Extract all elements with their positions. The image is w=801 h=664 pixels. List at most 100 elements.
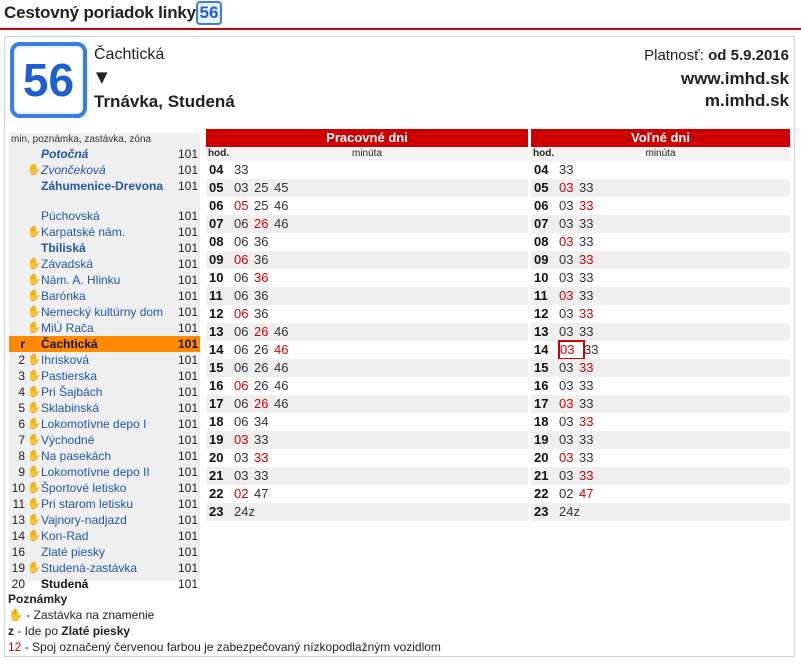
departure-minute[interactable]: 03 bbox=[234, 467, 254, 485]
stop-name[interactable]: MiÚ Rača bbox=[41, 320, 189, 336]
stop-item[interactable]: 20 Studená 101 bbox=[9, 576, 200, 592]
departure-minute-lowfloor[interactable]: 03 bbox=[559, 287, 579, 305]
departure-minute[interactable]: 33 bbox=[254, 467, 274, 485]
stop-item[interactable]: Záhumenice-Drevona 101 bbox=[9, 178, 200, 208]
departure-minute[interactable]: 03 bbox=[559, 305, 579, 323]
stop-item[interactable]: 6 ✋ Lokomotívne depo I 101 bbox=[9, 416, 200, 432]
departure-minute[interactable]: 33 bbox=[234, 161, 254, 179]
stop-name[interactable]: Pastierska bbox=[41, 368, 189, 384]
departure-minute-lowfloor[interactable]: 33 bbox=[579, 467, 599, 485]
departure-minute[interactable]: 36 bbox=[254, 287, 274, 305]
departure-minute-lowfloor[interactable]: 02 bbox=[234, 485, 254, 503]
departure-minute[interactable]: 33 bbox=[579, 179, 599, 197]
stop-name[interactable]: Zvončeková bbox=[41, 162, 189, 178]
departure-minute[interactable]: 36 bbox=[254, 233, 274, 251]
departure-minute-lowfloor[interactable]: 03 bbox=[234, 431, 254, 449]
stop-name[interactable]: Pri Šajbách bbox=[41, 384, 189, 400]
stop-name[interactable]: Východné bbox=[41, 432, 189, 448]
departure-minute[interactable]: 33 bbox=[579, 431, 599, 449]
departure-minute[interactable]: 33 bbox=[579, 395, 599, 413]
departure-minute[interactable]: 33 bbox=[579, 449, 599, 467]
stop-name[interactable]: Studená bbox=[41, 576, 189, 592]
departure-minute[interactable]: 06 bbox=[234, 395, 254, 413]
departure-minute-lowfloor[interactable]: 06 bbox=[234, 251, 254, 269]
stop-item[interactable]: 19 ✋ Studená-zastávka 101 bbox=[9, 560, 200, 576]
departure-minute[interactable]: 03 bbox=[234, 449, 254, 467]
departure-minute-lowfloor[interactable]: 26 bbox=[254, 215, 274, 233]
stop-name[interactable]: Potočná bbox=[41, 146, 189, 162]
departure-minute[interactable]: 33 bbox=[579, 269, 599, 287]
departure-minute[interactable]: 46 bbox=[274, 215, 294, 233]
stop-item[interactable]: ✋ MiÚ Rača 101 bbox=[9, 320, 200, 336]
stop-name[interactable]: Kon-Rad bbox=[41, 528, 189, 544]
departure-minute[interactable]: 34 bbox=[254, 413, 274, 431]
departure-minute[interactable]: 06 bbox=[234, 269, 254, 287]
stop-name[interactable]: Lokomotívne depo II bbox=[41, 464, 189, 480]
departure-minute[interactable]: 03 bbox=[234, 179, 254, 197]
departure-minute[interactable]: 06 bbox=[234, 413, 254, 431]
stop-item[interactable]: 2 ✋ Ihrisková 101 bbox=[9, 352, 200, 368]
departure-minute[interactable]: 03 bbox=[559, 467, 579, 485]
departure-minute-lowfloor[interactable]: 36 bbox=[254, 269, 274, 287]
departure-minute[interactable]: 03 bbox=[559, 215, 579, 233]
departure-minute-lowfloor[interactable]: 33 bbox=[254, 449, 274, 467]
departure-minute-lowfloor[interactable]: 26 bbox=[254, 323, 274, 341]
stop-name[interactable]: Záhumenice-Drevona bbox=[41, 178, 189, 192]
departure-minute[interactable]: 46 bbox=[274, 395, 294, 413]
departure-minute[interactable]: 02 bbox=[559, 485, 579, 503]
stop-item[interactable]: 10 ✋ Športové letisko 101 bbox=[9, 480, 200, 496]
departure-minute[interactable]: 03 bbox=[559, 413, 579, 431]
departure-minute[interactable]: 33 bbox=[579, 377, 599, 395]
stop-item[interactable]: 7 ✋ Východné 101 bbox=[9, 432, 200, 448]
departure-minute[interactable]: 45 bbox=[274, 179, 294, 197]
departure-minute[interactable]: 06 bbox=[234, 287, 254, 305]
stop-item[interactable]: 4 ✋ Pri Šajbách 101 bbox=[9, 384, 200, 400]
departure-minute[interactable]: 03 bbox=[559, 359, 579, 377]
stop-name[interactable]: Nemecký kultúrny dom bbox=[41, 304, 189, 320]
departure-minute-lowfloor[interactable]: 33 bbox=[579, 413, 599, 431]
departure-minute[interactable]: 33 bbox=[579, 287, 599, 305]
departure-minute[interactable]: 26 bbox=[254, 359, 274, 377]
stop-name[interactable]: Barónka bbox=[41, 288, 189, 304]
departure-minute[interactable]: 06 bbox=[234, 233, 254, 251]
departure-minute[interactable]: 46 bbox=[274, 359, 294, 377]
stop-name[interactable]: Studená-zastávka bbox=[41, 560, 189, 576]
departure-minute[interactable]: 33 bbox=[579, 323, 599, 341]
stop-item[interactable]: 16 Zlaté piesky 101 bbox=[9, 544, 200, 560]
stop-name[interactable]: Sklabinská bbox=[41, 400, 189, 416]
departure-minute[interactable]: 06 bbox=[234, 341, 254, 359]
departure-minute[interactable]: 33 bbox=[579, 215, 599, 233]
stop-item[interactable]: 3 ✋ Pastierska 101 bbox=[9, 368, 200, 384]
departure-minute[interactable]: 26 bbox=[254, 377, 274, 395]
stop-name[interactable]: Zlaté piesky bbox=[41, 544, 189, 560]
stop-item[interactable]: Púchovská 101 bbox=[9, 208, 200, 224]
departure-minute-lowfloor[interactable]: 33 bbox=[579, 251, 599, 269]
departure-minute[interactable]: 25 bbox=[254, 179, 274, 197]
departure-minute-lowfloor[interactable]: 03 bbox=[559, 233, 579, 251]
stop-item[interactable]: 9 ✋ Lokomotívne depo II 101 bbox=[9, 464, 200, 480]
departure-minute[interactable]: 46 bbox=[274, 377, 294, 395]
departure-minute[interactable]: 25 bbox=[254, 197, 274, 215]
stop-item[interactable]: Potočná 101 bbox=[9, 146, 200, 162]
departure-minute[interactable]: 26 bbox=[254, 341, 274, 359]
stop-name[interactable]: Čachtická bbox=[41, 336, 189, 352]
stop-item[interactable]: ✋ Závadská 101 bbox=[9, 256, 200, 272]
stop-item[interactable]: 8 ✋ Na pasekách 101 bbox=[9, 448, 200, 464]
departure-minute-lowfloor[interactable]: 33 bbox=[579, 359, 599, 377]
departure-minute-lowfloor[interactable]: 47 bbox=[579, 485, 599, 503]
stop-item-current[interactable]: r Čachtická 101 bbox=[9, 336, 200, 352]
departure-minute[interactable]: 33 bbox=[584, 341, 604, 359]
departure-minute[interactable]: 33 bbox=[254, 431, 274, 449]
departure-minute-lowfloor[interactable]: 03 bbox=[559, 449, 579, 467]
departure-minute[interactable]: 47 bbox=[254, 485, 274, 503]
departure-minute[interactable]: 03 bbox=[559, 323, 579, 341]
departure-minute[interactable]: 03 bbox=[559, 197, 579, 215]
departure-minute[interactable]: 33 bbox=[559, 161, 579, 179]
stop-name[interactable]: Púchovská bbox=[41, 208, 189, 224]
departure-minute-lowfloor[interactable]: 03 bbox=[558, 340, 585, 360]
departure-minute[interactable]: 03 bbox=[559, 251, 579, 269]
stop-name[interactable]: Nám. A. Hlinku bbox=[41, 272, 189, 288]
site-link-mobile[interactable]: m.imhd.sk bbox=[705, 91, 789, 111]
departure-minute[interactable]: 03 bbox=[559, 269, 579, 287]
stop-name[interactable]: Pri starom letisku bbox=[41, 496, 189, 512]
